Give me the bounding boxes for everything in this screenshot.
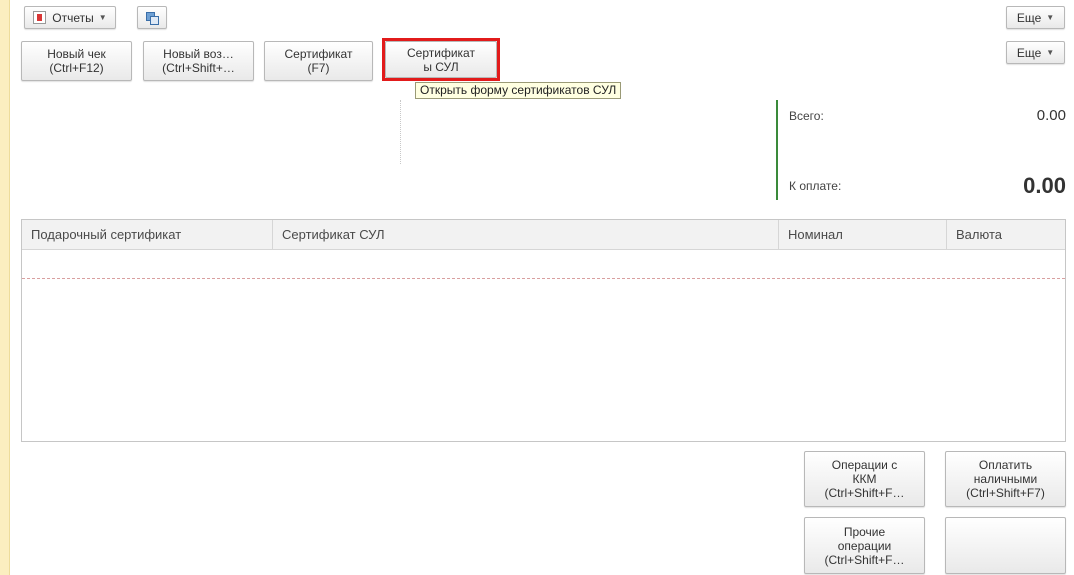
summary-accent-line bbox=[776, 100, 778, 200]
windows-switch-icon bbox=[145, 11, 159, 25]
certificate-label: Сертификат (F7) bbox=[284, 47, 353, 75]
certificate-button[interactable]: Сертификат (F7) bbox=[264, 41, 373, 81]
certificates-sul-label: Сертификат ы СУЛ bbox=[407, 45, 475, 74]
tooltip: Открыть форму сертификатов СУЛ bbox=[415, 82, 622, 99]
windows-button[interactable] bbox=[137, 6, 167, 29]
reports-button[interactable]: Отчеты ▼ bbox=[24, 6, 116, 29]
chevron-down-icon: ▼ bbox=[1046, 12, 1055, 22]
column-header-nominal[interactable]: Номинал bbox=[779, 220, 947, 250]
to-pay-label: К оплате: bbox=[789, 179, 842, 193]
pay-cash-button[interactable]: Оплатить наличными (Ctrl+Shift+F7) bbox=[945, 451, 1066, 507]
other-operations-label: Прочие операции (Ctrl+Shift+F… bbox=[824, 524, 905, 567]
new-return-button[interactable]: Новый воз… (Ctrl+Shift+… bbox=[143, 41, 254, 81]
column-header-currency[interactable]: Валюта bbox=[947, 220, 1065, 250]
column-header-gift-certificate[interactable]: Подарочный сертификат bbox=[22, 220, 273, 250]
certificates-table[interactable]: Подарочный сертификат Сертификат СУЛ Ном… bbox=[21, 219, 1066, 442]
kkm-operations-label: Операции с ККМ (Ctrl+Shift+F… bbox=[824, 458, 905, 500]
other-operations-button[interactable]: Прочие операции (Ctrl+Shift+F… bbox=[804, 517, 925, 574]
new-return-label: Новый воз… (Ctrl+Shift+… bbox=[162, 47, 235, 75]
total-label: Всего: bbox=[789, 109, 824, 123]
more-commands-button[interactable]: Еще ▼ bbox=[1006, 41, 1065, 64]
report-document-icon bbox=[33, 11, 47, 24]
separator-dotted bbox=[400, 100, 401, 164]
pay-cash-label: Оплатить наличными (Ctrl+Shift+F7) bbox=[966, 458, 1045, 500]
reports-button-label: Отчеты bbox=[52, 10, 94, 25]
new-check-label: Новый чек (Ctrl+F12) bbox=[47, 47, 106, 75]
certificates-sul-button[interactable]: Сертификат ы СУЛ bbox=[385, 41, 497, 78]
table-header: Подарочный сертификат Сертификат СУЛ Ном… bbox=[22, 220, 1065, 250]
new-check-button[interactable]: Новый чек (Ctrl+F12) bbox=[21, 41, 132, 81]
more-top-button[interactable]: Еще ▼ bbox=[1006, 6, 1065, 29]
column-header-sul-certificate[interactable]: Сертификат СУЛ bbox=[273, 220, 779, 250]
kkm-operations-button[interactable]: Операции с ККМ (Ctrl+Shift+F… bbox=[804, 451, 925, 507]
total-value: 0.00 bbox=[1036, 107, 1066, 124]
more-top-label: Еще bbox=[1016, 10, 1042, 25]
chevron-down-icon: ▼ bbox=[98, 12, 107, 22]
left-panel-strip bbox=[0, 0, 10, 575]
empty-button[interactable] bbox=[945, 517, 1066, 574]
chevron-down-icon: ▼ bbox=[1046, 47, 1055, 57]
row-separator bbox=[22, 278, 1065, 279]
to-pay-value: 0.00 bbox=[1023, 173, 1066, 198]
more-commands-label: Еще bbox=[1016, 45, 1042, 60]
